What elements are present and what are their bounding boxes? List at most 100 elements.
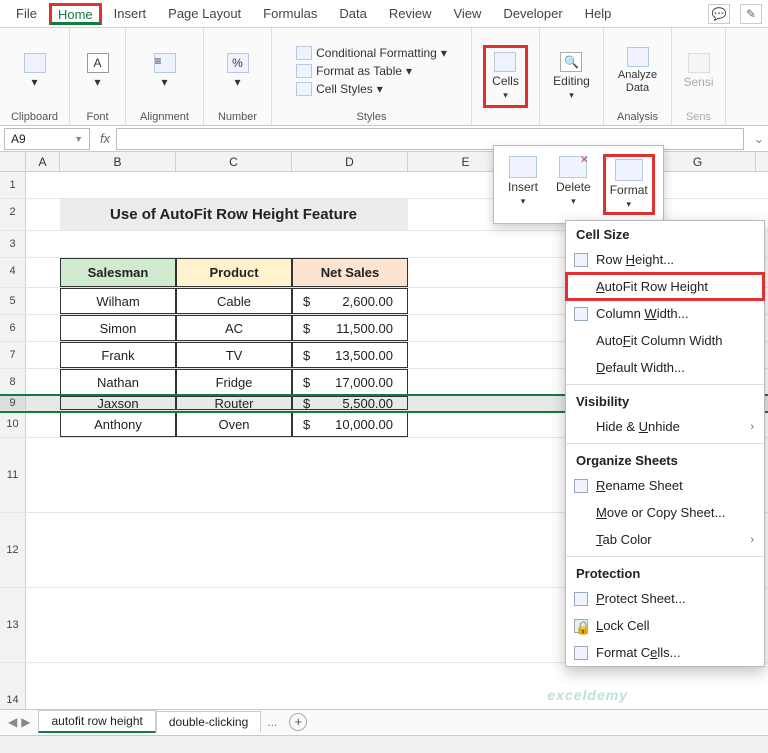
editing-button[interactable]: 🔍Editing▾ (547, 50, 596, 103)
column-width-icon (574, 307, 588, 321)
row-header[interactable]: 1 (0, 172, 26, 198)
col-header-C[interactable]: C (176, 152, 292, 171)
table-cell[interactable]: $13,500.00 (292, 342, 408, 368)
menu-autofit-row-height[interactable]: AutoFit Row Height (566, 273, 764, 300)
row-header[interactable]: 3 (0, 231, 26, 257)
table-cell[interactable]: Simon (60, 315, 176, 341)
table-cell[interactable]: Frank (60, 342, 176, 368)
insert-cells-button[interactable]: Insert▾ (502, 154, 544, 215)
sensitivity-icon (688, 53, 710, 73)
row-header[interactable]: 9 (0, 396, 26, 410)
tab-insert[interactable]: Insert (104, 2, 157, 25)
table-cell[interactable]: Jaxson (60, 396, 176, 410)
title-cell[interactable]: Use of AutoFit Row Height Feature (60, 199, 408, 230)
sheet-nav-next[interactable]: ▶ (21, 715, 30, 729)
tab-developer[interactable]: Developer (493, 2, 572, 25)
menu-default-width[interactable]: Default Width... (566, 354, 764, 381)
tab-formulas[interactable]: Formulas (253, 2, 327, 25)
font-button[interactable]: A▾ (81, 51, 115, 91)
menu-protect-sheet[interactable]: Protect Sheet... (566, 585, 764, 612)
menu-move-copy-sheet[interactable]: Move or Copy Sheet... (566, 499, 764, 526)
row-header[interactable]: 11 (0, 438, 26, 512)
analyze-data-button[interactable]: Analyze Data (610, 45, 665, 95)
header-netsales[interactable]: Net Sales (292, 258, 408, 287)
share-icon[interactable]: ✎ (740, 4, 762, 24)
conditional-formatting-button[interactable]: Conditional Formatting ▾ (296, 46, 447, 60)
clipboard-button[interactable]: ▾ (18, 51, 52, 91)
sheet-tabs-more[interactable]: ... (261, 712, 283, 732)
header-product[interactable]: Product (176, 258, 292, 287)
tab-file[interactable]: File (6, 2, 47, 25)
menu-rename-sheet[interactable]: Rename Sheet (566, 472, 764, 499)
row-header[interactable]: 8 (0, 369, 26, 395)
sheet-tab-active[interactable]: autofit row height (38, 710, 155, 733)
tab-view[interactable]: View (443, 2, 491, 25)
header-salesman[interactable]: Salesman (60, 258, 176, 287)
formula-expand-icon[interactable]: ⌄ (750, 131, 768, 147)
table-cell[interactable]: $17,000.00 (292, 369, 408, 395)
menu-header-cell-size: Cell Size (566, 221, 764, 246)
row-header[interactable]: 14 (0, 663, 26, 709)
menu-column-width[interactable]: Column Width... (566, 300, 764, 327)
menu-autofit-column-width[interactable]: AutoFit Column Width (566, 327, 764, 354)
delete-cells-button[interactable]: ✕Delete▾ (550, 154, 597, 215)
table-cell[interactable]: Anthony (60, 411, 176, 437)
format-as-table-button[interactable]: Format as Table ▾ (296, 64, 447, 78)
sheet-nav-prev[interactable]: ◀ (8, 715, 17, 729)
row-header[interactable]: 7 (0, 342, 26, 368)
cells-button[interactable]: Cells▾ (483, 45, 528, 108)
table-cell[interactable]: AC (176, 315, 292, 341)
name-box[interactable]: A9▼ (4, 128, 90, 150)
tab-data[interactable]: Data (329, 2, 376, 25)
horizontal-scrollbar[interactable] (0, 735, 768, 753)
delete-cells-icon: ✕ (559, 156, 587, 178)
search-icon: 🔍 (560, 52, 582, 72)
tab-help[interactable]: Help (575, 2, 622, 25)
number-button[interactable]: %▾ (221, 51, 255, 91)
col-header-B[interactable]: B (60, 152, 176, 171)
menu-tab-color[interactable]: Tab Color› (566, 526, 764, 553)
sensitivity-button[interactable]: Sensi (677, 51, 719, 91)
format-cells-button[interactable]: Format▾ (603, 154, 655, 215)
table-cell[interactable]: Wilham (60, 288, 176, 314)
comments-icon[interactable]: 💬 (708, 4, 730, 24)
alignment-button[interactable]: ≡▾ (148, 51, 182, 91)
row-header[interactable]: 10 (0, 411, 26, 437)
table-cell[interactable]: $2,600.00 (292, 288, 408, 314)
row-header[interactable]: 6 (0, 315, 26, 341)
cells-dropdown: Insert▾ ✕Delete▾ Format▾ (493, 145, 664, 224)
table-cell[interactable]: $10,000.00 (292, 411, 408, 437)
group-number-label: Number (210, 109, 265, 123)
tab-review[interactable]: Review (379, 2, 442, 25)
menu-header-organize: Organize Sheets (566, 447, 764, 472)
table-cell[interactable]: Nathan (60, 369, 176, 395)
row-header[interactable]: 2 (0, 199, 26, 230)
row-header[interactable]: 13 (0, 588, 26, 662)
cell-styles-button[interactable]: Cell Styles ▾ (296, 82, 447, 96)
menu-format-cells[interactable]: Format Cells... (566, 639, 764, 666)
add-sheet-button[interactable]: + (289, 713, 307, 731)
col-header-A[interactable]: A (26, 152, 60, 171)
group-alignment-label: Alignment (132, 109, 197, 123)
menu-hide-unhide[interactable]: Hide & Unhide› (566, 413, 764, 440)
tab-home[interactable]: Home (49, 3, 102, 25)
select-all-corner[interactable] (0, 152, 26, 171)
tab-page-layout[interactable]: Page Layout (158, 2, 251, 25)
row-header[interactable]: 12 (0, 513, 26, 587)
table-cell[interactable]: Oven (176, 411, 292, 437)
table-cell[interactable]: $5,500.00 (292, 396, 408, 410)
menu-row-height[interactable]: Row Height... (566, 246, 764, 273)
menu-lock-cell[interactable]: 🔒Lock Cell (566, 612, 764, 639)
table-cell[interactable]: TV (176, 342, 292, 368)
table-cell[interactable]: Router (176, 396, 292, 410)
row-header[interactable]: 4 (0, 258, 26, 287)
group-font-label: Font (76, 109, 119, 123)
row-header[interactable]: 5 (0, 288, 26, 314)
group-sens-label: Sens (678, 109, 719, 123)
table-cell[interactable]: $11,500.00 (292, 315, 408, 341)
table-cell[interactable]: Cable (176, 288, 292, 314)
sheet-tab[interactable]: double-clicking (156, 711, 261, 732)
table-cell[interactable]: Fridge (176, 369, 292, 395)
col-header-D[interactable]: D (292, 152, 408, 171)
fx-button[interactable]: fx (94, 131, 116, 146)
